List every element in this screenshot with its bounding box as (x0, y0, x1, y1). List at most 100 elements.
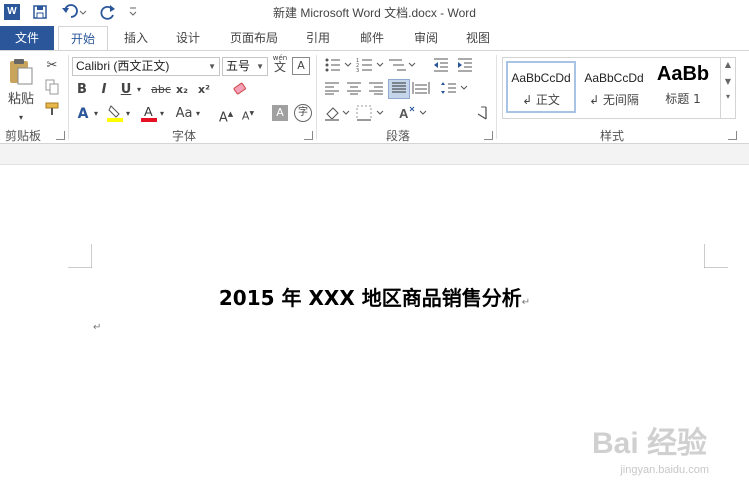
paste-button-label[interactable]: 粘贴 (4, 91, 38, 109)
tab-home[interactable]: 开始 (58, 26, 108, 51)
style-name: ↲ 无间隔 (589, 93, 639, 107)
align-left-icon[interactable] (324, 81, 340, 99)
strikethrough-button[interactable]: abc (150, 81, 172, 99)
bold-button[interactable]: B (74, 81, 90, 99)
svg-text:A: A (399, 106, 409, 121)
window-title: 新建 Microsoft Word 文档.docx - Word (273, 6, 476, 20)
tab-mailings[interactable]: 邮件 (350, 26, 394, 50)
clear-formatting-icon[interactable] (232, 81, 248, 99)
grow-font-icon[interactable]: A▲ (218, 105, 234, 125)
character-border-icon[interactable]: A (292, 57, 310, 75)
align-right-icon[interactable] (368, 81, 384, 99)
tab-insert[interactable]: 插入 (114, 26, 158, 50)
more-styles-icon[interactable]: ▾ (721, 92, 735, 101)
justify-icon[interactable] (388, 79, 410, 99)
tab-review[interactable]: 审阅 (404, 26, 448, 50)
text-effects-icon[interactable]: A (74, 105, 92, 123)
phonetic-guide-char: 文 (273, 60, 286, 74)
chevron-down-icon[interactable]: ▼ (721, 77, 735, 86)
crop-mark-left (68, 244, 92, 268)
chevron-down-icon[interactable]: ▾ (194, 105, 202, 123)
font-name-combo[interactable]: Calibri (西文正文) ▼ (72, 57, 220, 76)
chevron-down-icon[interactable]: ▼ (208, 58, 216, 75)
shrink-font-icon[interactable]: A▼ (240, 105, 256, 123)
phonetic-guide-icon[interactable]: wén 文 (270, 54, 290, 78)
group-divider (496, 55, 497, 139)
styles-launcher-icon[interactable] (728, 131, 737, 140)
svg-text:A: A (144, 104, 153, 119)
style-preview: AaBbCcDd (584, 71, 644, 85)
underline-button[interactable]: U (118, 81, 134, 99)
copy-icon[interactable] (44, 79, 60, 97)
tab-design[interactable]: 设计 (166, 26, 210, 50)
decrease-indent-icon[interactable] (432, 57, 450, 75)
paste-dropdown-icon[interactable]: ▾ (6, 109, 36, 127)
chevron-down-icon[interactable]: ▾ (124, 105, 132, 123)
paragraph-launcher-icon[interactable] (484, 131, 493, 140)
paragraph-mark: ↵ (521, 297, 531, 308)
style-normal[interactable]: AaBbCcDd ↲ 正文 (506, 61, 576, 113)
document-title-text[interactable]: 2015 年 XXX 地区商品销售分析 (219, 286, 522, 310)
format-painter-icon[interactable] (44, 101, 60, 119)
change-case-button[interactable]: Aa (174, 105, 194, 123)
chevron-down-icon[interactable]: ▾ (134, 81, 144, 99)
enclose-characters-icon[interactable]: 字 (294, 104, 312, 122)
ribbon-home: 粘贴 ▾ ✂ 剪贴板 Calibri (西文正文) ▼ 五号 ▼ wén 文 A… (0, 50, 749, 144)
highlight-color-icon[interactable] (106, 103, 124, 122)
distributed-icon[interactable] (412, 81, 430, 99)
paragraph-group-label: 段落 (386, 129, 411, 143)
chinese-layout-icon[interactable]: A (398, 105, 428, 123)
document-canvas[interactable]: 2015 年 XXX 地区商品销售分析↵ ↵ Bai 经验 jingyan.ba… (0, 144, 749, 480)
tab-page-layout[interactable]: 页面布局 (222, 26, 286, 50)
tab-view[interactable]: 视图 (456, 26, 500, 50)
shading-icon[interactable] (324, 105, 350, 123)
italic-button[interactable]: I (96, 81, 112, 99)
paragraph-mark: ↵ (93, 322, 102, 333)
font-name-value: Calibri (西文正文) (76, 59, 170, 73)
borders-icon[interactable] (356, 105, 384, 123)
document-title[interactable]: 2015 年 XXX 地区商品销售分析↵ (0, 282, 749, 311)
numbering-icon[interactable]: 123 (356, 57, 384, 75)
subscript-button[interactable]: x₂ (174, 81, 190, 99)
ruler-strip (0, 144, 749, 165)
chevron-down-icon[interactable]: ▼ (256, 58, 264, 75)
style-no-spacing[interactable]: AaBbCcDd ↲ 无间隔 (579, 61, 649, 113)
font-launcher-icon[interactable] (304, 131, 313, 140)
group-divider (316, 55, 317, 139)
baidu-watermark-logo: Bai 经验 (591, 427, 707, 460)
line-spacing-icon[interactable] (440, 81, 468, 99)
clipboard-launcher-icon[interactable] (56, 131, 65, 140)
svg-text:3: 3 (356, 68, 359, 73)
style-heading-1[interactable]: AaBb 标题 1 (653, 61, 713, 113)
bullets-icon[interactable] (324, 57, 352, 75)
style-preview: AaBb (656, 63, 710, 85)
font-size-value: 五号 (226, 59, 251, 73)
tab-references[interactable]: 引用 (296, 26, 340, 50)
sort-icon (474, 81, 490, 99)
increase-indent-icon[interactable] (456, 57, 474, 75)
baidu-watermark-url: jingyan.baidu.com (620, 464, 709, 476)
chevron-down-icon[interactable]: ▾ (158, 105, 166, 123)
font-color-icon[interactable]: A (140, 103, 158, 122)
font-size-combo[interactable]: 五号 ▼ (222, 57, 268, 76)
styles-group-label: 样式 (600, 129, 625, 143)
chevron-up-icon[interactable]: ▲ (721, 60, 735, 69)
superscript-button[interactable]: x² (196, 81, 212, 99)
style-name: ↲ 正文 (522, 93, 560, 107)
styles-gallery: AaBbCcDd ↲ 正文 AaBbCcDd ↲ 无间隔 AaBb 标题 1 ▲… (502, 57, 736, 119)
crop-mark-right (704, 244, 728, 268)
styles-scroll[interactable]: ▲ ▼ ▾ (720, 58, 735, 118)
character-shading-icon[interactable]: A (272, 105, 288, 121)
chevron-down-icon[interactable]: ▾ (92, 105, 100, 123)
group-divider (68, 55, 69, 139)
paste-icon[interactable] (6, 57, 36, 87)
font-group-label: 字体 (172, 129, 197, 143)
style-preview: AaBbCcDd (511, 71, 571, 85)
style-name: 标题 1 (665, 92, 701, 106)
clipboard-group-label: 剪贴板 (5, 129, 42, 143)
align-center-icon[interactable] (346, 81, 362, 99)
show-hide-marks-icon[interactable] (474, 105, 490, 123)
tab-file[interactable]: 文件 (0, 26, 54, 50)
multilevel-list-icon[interactable] (388, 57, 416, 75)
cut-icon[interactable]: ✂ (44, 57, 60, 75)
